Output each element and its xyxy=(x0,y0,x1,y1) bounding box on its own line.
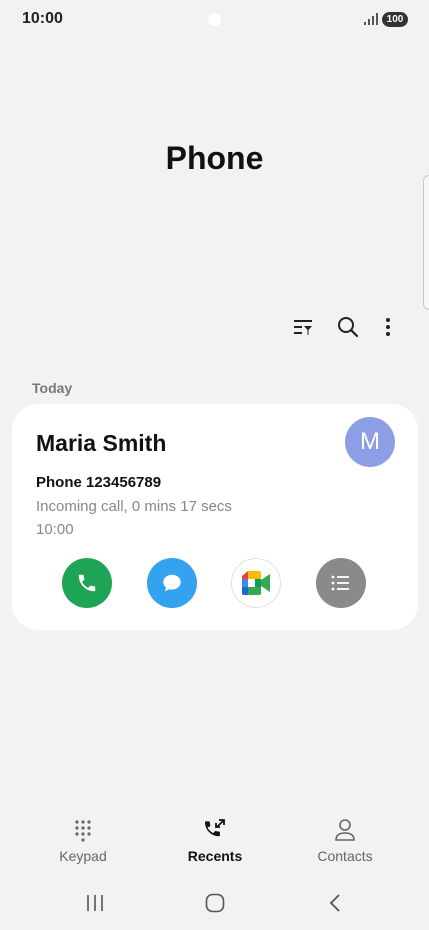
recents-icon xyxy=(205,819,225,837)
signal-icon xyxy=(364,13,378,25)
search-button[interactable] xyxy=(333,312,363,342)
nav-item-keypad[interactable]: Keypad xyxy=(28,818,138,868)
call-time: 10:00 xyxy=(36,521,74,538)
filter-icon xyxy=(294,320,312,335)
avatar[interactable]: M xyxy=(345,417,395,467)
details-list-icon xyxy=(331,575,349,591)
call-detail: Incoming call, 0 mins 17 secs xyxy=(36,498,232,515)
contact-name[interactable]: Maria Smith xyxy=(36,430,166,457)
phone-number: Phone 123456789 xyxy=(36,474,162,491)
video-meet-icon xyxy=(242,571,270,595)
system-nav-bar xyxy=(0,888,429,918)
status-time: 10:00 xyxy=(22,10,63,27)
search-icon xyxy=(338,317,359,338)
filter-button[interactable] xyxy=(288,312,318,342)
details-button[interactable] xyxy=(316,558,366,608)
nav-label-keypad: Keypad xyxy=(59,848,107,864)
back-icon xyxy=(329,894,340,912)
phone-app-screen: 10:00 100 Phone Today Maria Smith M Phon… xyxy=(0,0,429,930)
recent-apps-icon xyxy=(87,895,103,911)
nav-item-recents[interactable]: Recents xyxy=(160,818,270,868)
phone-icon xyxy=(78,574,96,592)
message-icon xyxy=(163,574,181,592)
page-title: Phone xyxy=(165,140,264,176)
edge-panel-handle[interactable] xyxy=(423,175,429,310)
nav-item-contacts[interactable]: Contacts xyxy=(290,818,400,868)
toolbar xyxy=(0,312,429,342)
message-button[interactable] xyxy=(147,558,197,608)
video-call-button[interactable] xyxy=(231,558,281,608)
section-label-today: Today xyxy=(32,380,73,396)
keypad-icon xyxy=(75,820,91,842)
camera-cutout xyxy=(208,13,221,26)
more-vertical-icon xyxy=(386,318,390,336)
back-button[interactable] xyxy=(315,891,355,915)
home-button[interactable] xyxy=(195,891,235,915)
bottom-nav: Keypad Recents Contacts xyxy=(0,818,429,868)
recent-apps-button[interactable] xyxy=(75,891,115,915)
call-actions xyxy=(12,558,418,608)
home-icon xyxy=(205,893,225,913)
nav-label-recents: Recents xyxy=(187,848,243,864)
nav-label-contacts: Contacts xyxy=(317,848,373,864)
call-log-card[interactable]: Maria Smith M Phone 123456789 Incoming c… xyxy=(12,404,418,630)
battery-badge: 100 xyxy=(382,12,408,27)
contacts-icon xyxy=(335,819,355,841)
more-options-button[interactable] xyxy=(373,312,403,342)
status-bar: 10:00 100 xyxy=(0,0,429,40)
call-button[interactable] xyxy=(62,558,112,608)
